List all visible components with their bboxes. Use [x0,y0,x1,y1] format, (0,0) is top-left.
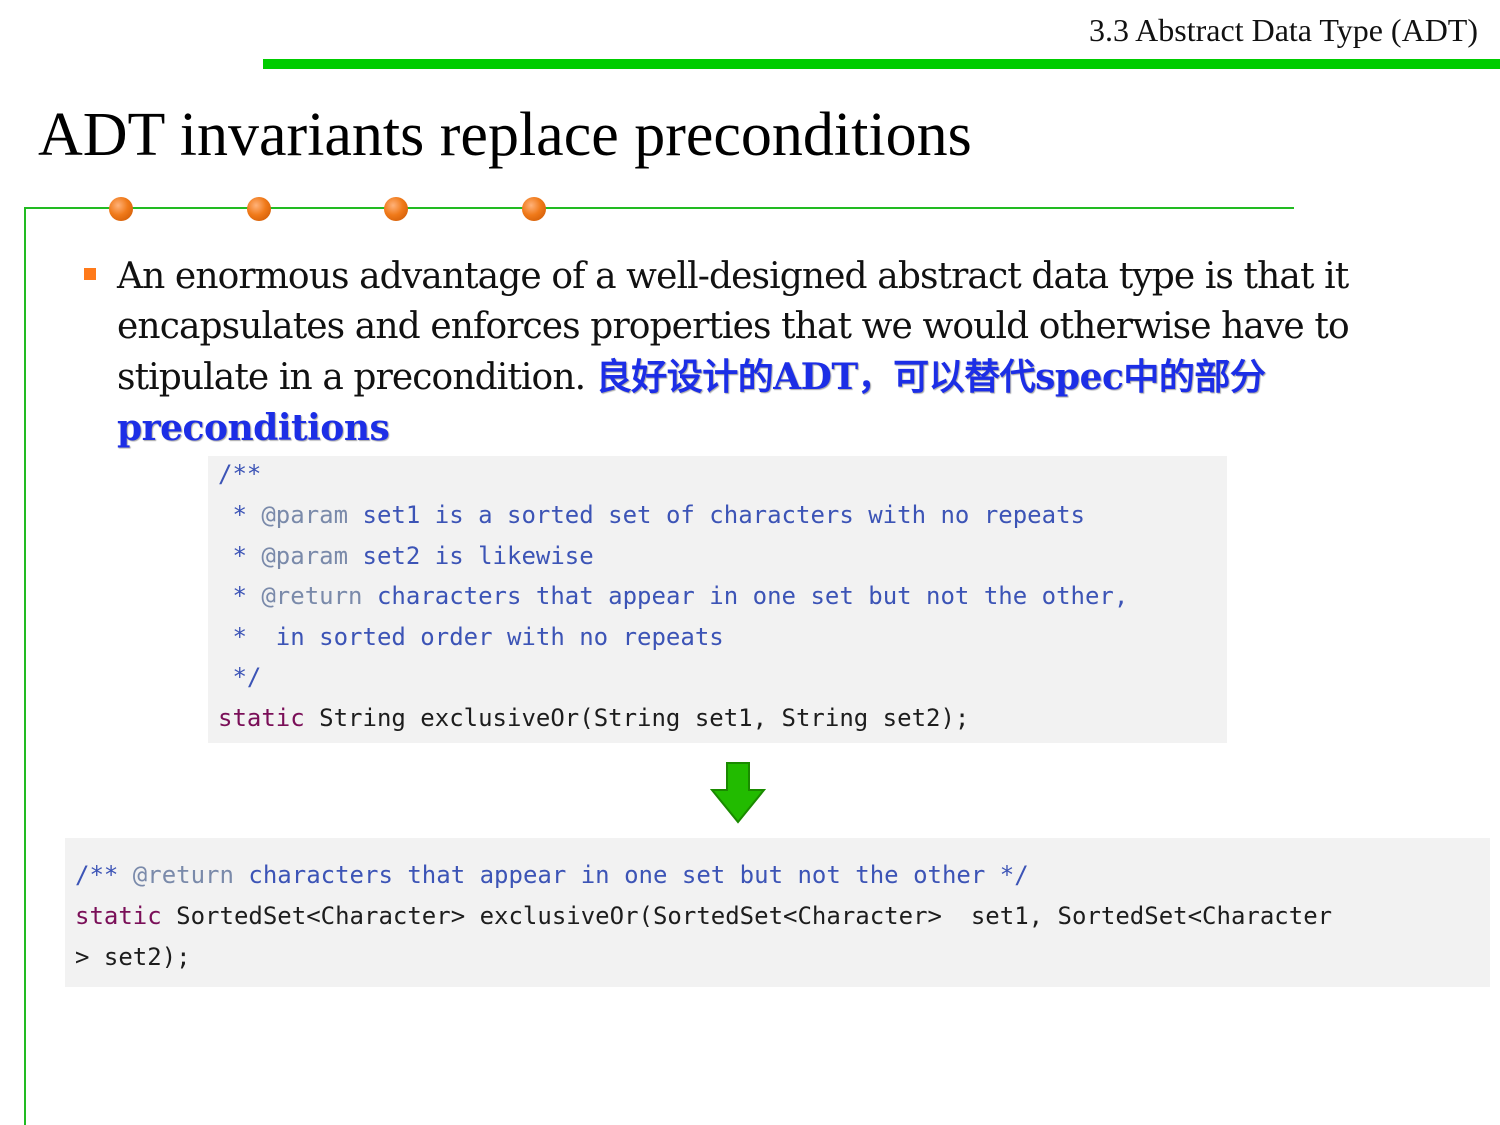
code-line: > set2); [75,943,191,971]
code-line: /** [218,460,262,488]
code-line: static SortedSet<Character> exclusiveOr(… [75,902,1333,930]
title-underline [24,207,1294,209]
down-arrow-icon [710,762,766,824]
header-accent-rule [263,59,1500,69]
code-block-before: /** * @param set1 is a sorted set of cha… [208,456,1227,743]
decorative-dot [522,197,546,221]
decorative-dot [109,197,133,221]
bullet-text: An enormous advantage of a well-designed… [117,252,1407,454]
code-line: * @param set2 is likewise [218,542,594,570]
code-line: * @return characters that appear in one … [218,582,1129,610]
code-line: static String exclusiveOr(String set1, S… [218,704,970,732]
decorative-dot [247,197,271,221]
left-margin-rule [24,207,26,1125]
bullet-marker [84,268,96,280]
code-block-after: /** @return characters that appear in on… [65,838,1490,987]
code-line: * @param set1 is a sorted set of charact… [218,501,1085,529]
code-line: */ [218,663,262,691]
decorative-dot [384,197,408,221]
section-label: 3.3 Abstract Data Type (ADT) [1088,12,1478,48]
code-line: * in sorted order with no repeats [218,623,724,651]
code-line: /** @return characters that appear in on… [75,861,1029,889]
slide-title: ADT invariants replace preconditions [38,101,972,169]
